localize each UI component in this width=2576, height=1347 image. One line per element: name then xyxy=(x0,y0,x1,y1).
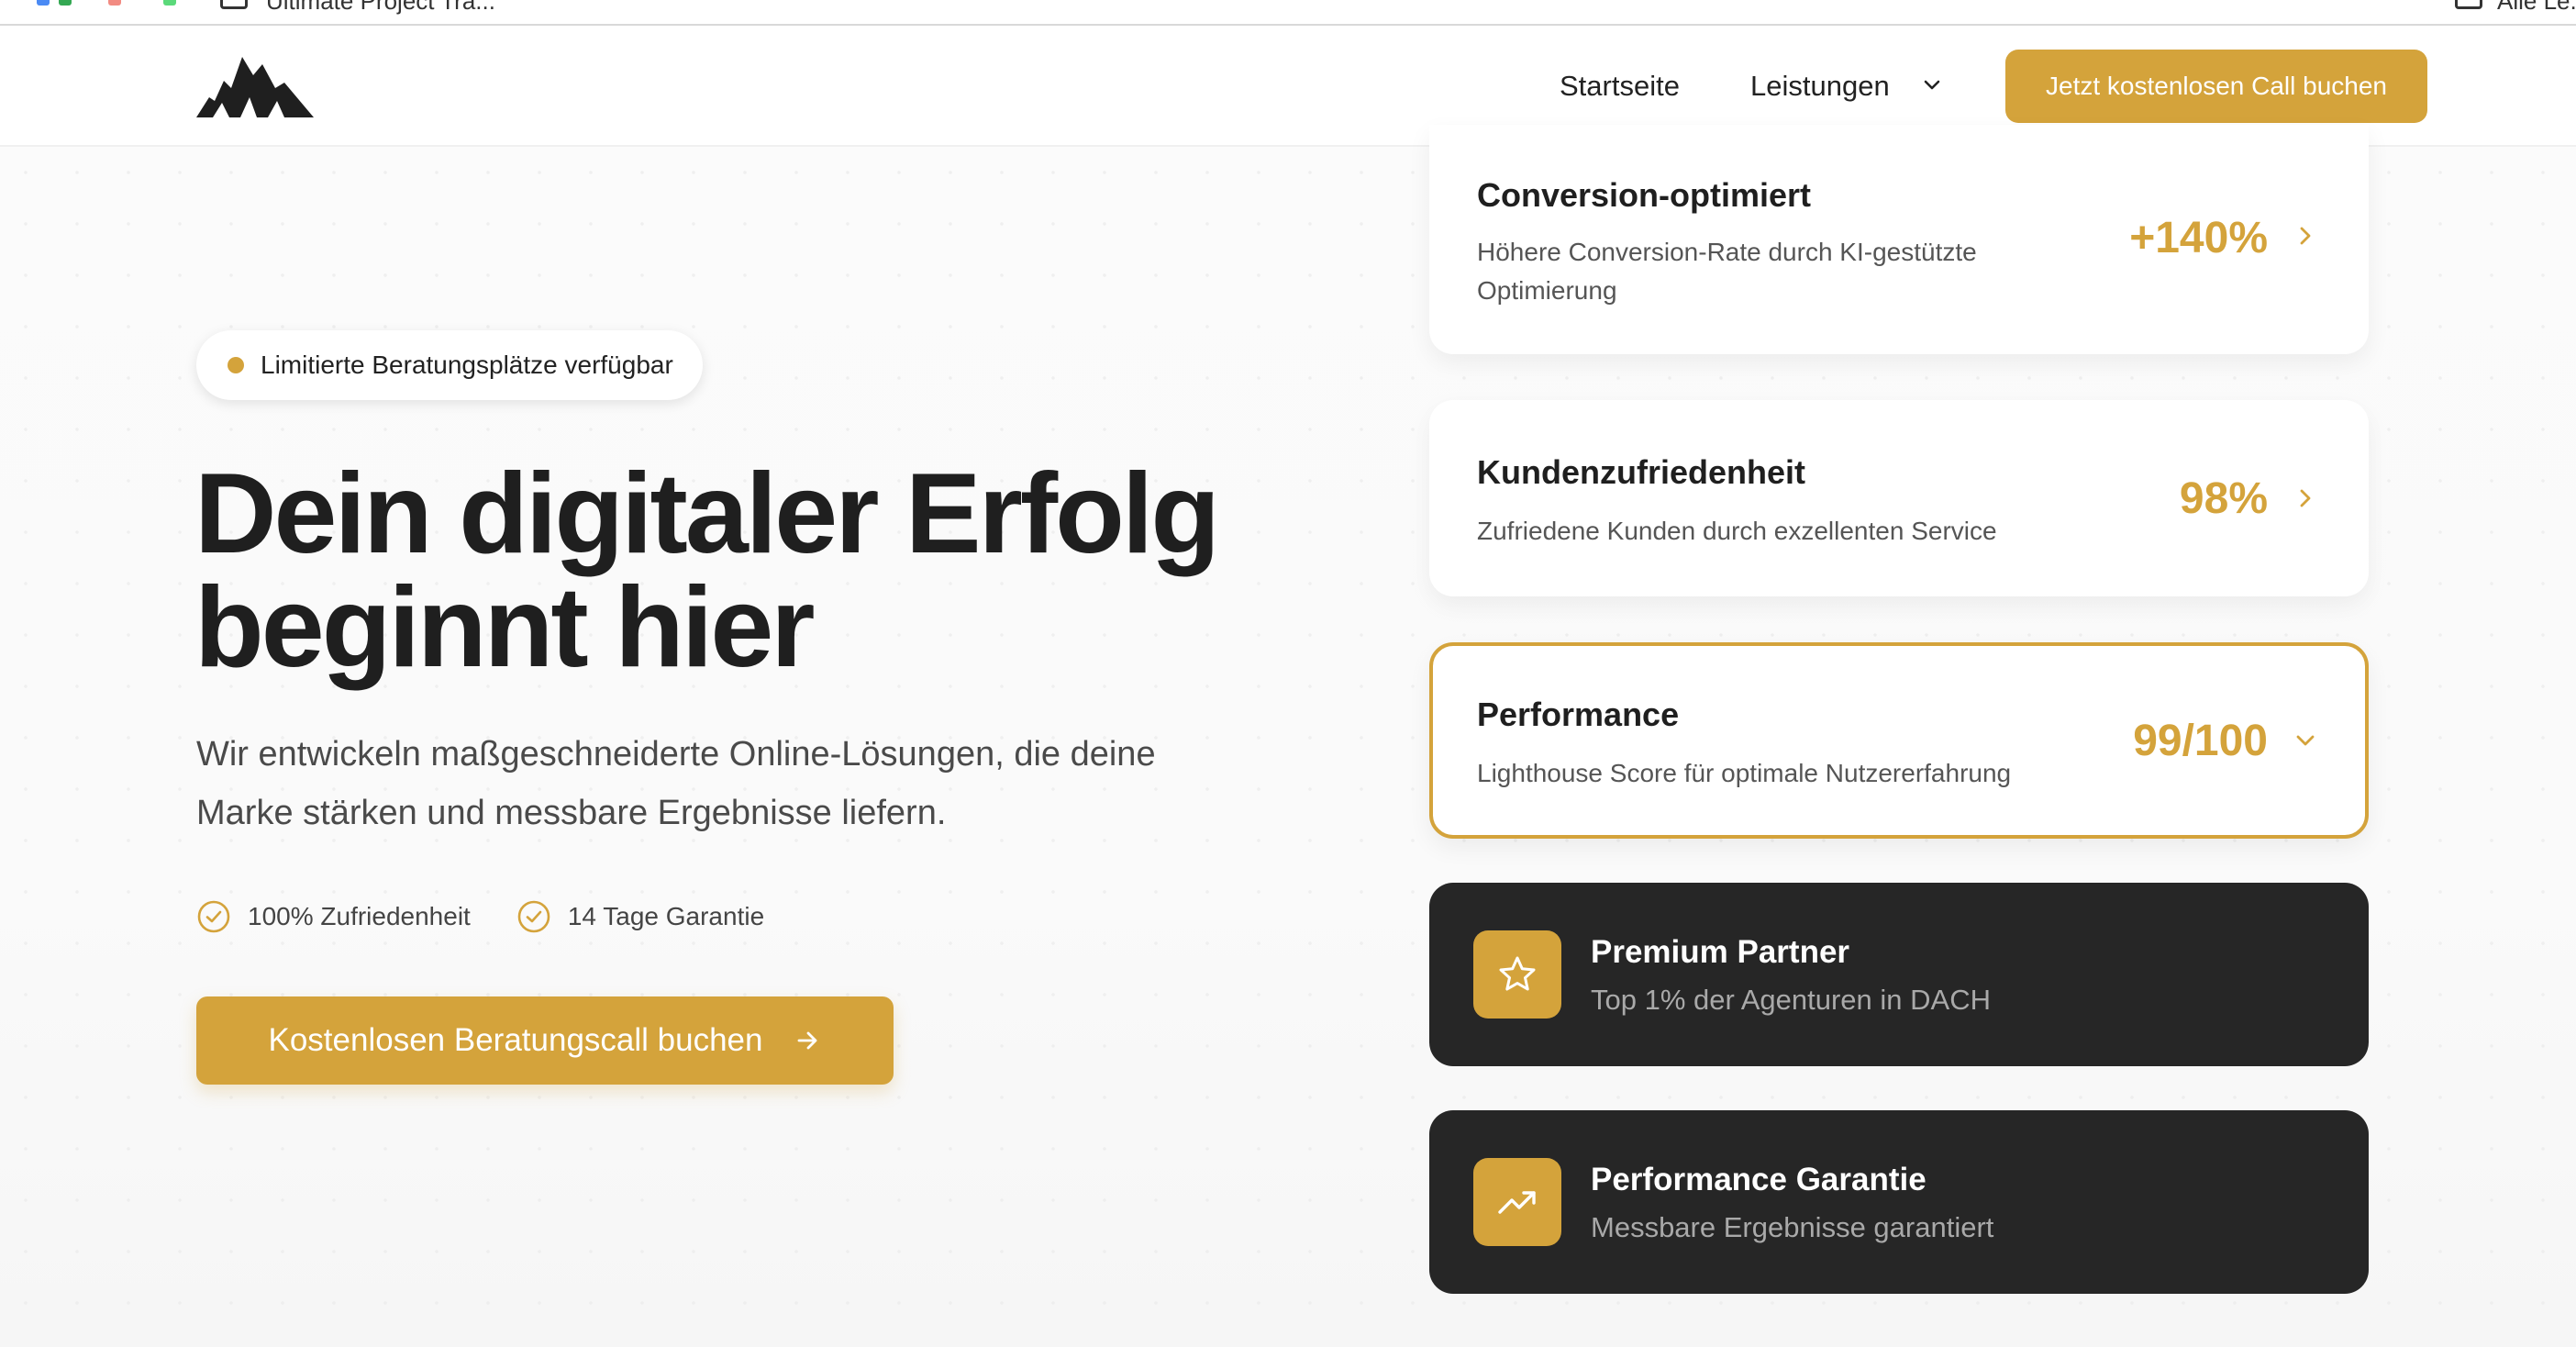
hero-title: Dein digitaler Erfolg beginnt hier xyxy=(194,457,1387,685)
star-icon-box xyxy=(1473,930,1561,1019)
stat-card-satisfaction[interactable]: Kundenzufriedenheit Zufriedene Kunden du… xyxy=(1429,400,2369,596)
arrow-right-icon xyxy=(798,1031,817,1050)
mountain-logo-icon[interactable] xyxy=(196,57,314,117)
stat-description: Lighthouse Score für optimale Nutzererfa… xyxy=(1477,759,2012,787)
highlight-description: Messbare Ergebnisse garantiert xyxy=(1591,1211,1994,1243)
star-icon xyxy=(1499,956,1536,991)
highlight-title: Premium Partner xyxy=(1591,934,1850,970)
stat-title: Conversion-optimiert xyxy=(1477,176,1812,214)
highlight-title: Performance Garantie xyxy=(1591,1162,1926,1197)
stat-value: 99/100 xyxy=(2133,717,2268,765)
cta-label: Kostenlosen Beratungscall buchen xyxy=(268,1022,763,1058)
nav-link-services[interactable]: Leistungen xyxy=(1750,70,1890,103)
document-icon xyxy=(2455,0,2482,9)
favicon-icon[interactable] xyxy=(59,0,72,6)
stat-title: Performance xyxy=(1477,696,1680,733)
chevron-down-icon[interactable] xyxy=(2293,729,2317,752)
stat-value: +140% xyxy=(2129,214,2268,262)
check-label: 14 Tage Garantie xyxy=(567,902,765,930)
browser-tab-strip: Ultimate Project Tra... Alle Le... xyxy=(0,0,2576,26)
check-circle-icon xyxy=(197,900,230,933)
favicon-icon[interactable] xyxy=(163,0,176,6)
check-item: 100% Zufriedenheit xyxy=(196,899,471,934)
nav-link-home[interactable]: Startseite xyxy=(1560,70,1680,103)
trending-up-icon xyxy=(1498,1191,1536,1214)
stat-description: Zufriedene Kunden durch exzellenten Serv… xyxy=(1477,517,1997,545)
chevron-right-icon[interactable] xyxy=(2293,224,2317,248)
stat-value: 98% xyxy=(2179,474,2268,523)
hero-title-line-2: beginnt hier xyxy=(194,564,816,691)
stat-description: Höhere Conversion-Rate durch KI-gestützt… xyxy=(1477,238,1977,305)
check-item: 14 Tage Garantie xyxy=(516,899,764,934)
chevron-right-icon[interactable] xyxy=(2293,486,2317,510)
availability-badge: Limitierte Beratungsplätze verfügbar xyxy=(196,330,703,400)
highlight-card-performance-guarantee: Performance Garantie Messbare Ergebnisse… xyxy=(1429,1110,2369,1294)
badge-label: Limitierte Beratungsplätze verfügbar xyxy=(261,351,673,379)
chevron-down-icon[interactable] xyxy=(1921,73,1943,95)
status-dot-icon xyxy=(228,357,244,373)
page-root: Ultimate Project Tra... Alle Le... Start… xyxy=(0,0,2576,1347)
book-consultation-button[interactable]: Kostenlosen Beratungscall buchen xyxy=(196,996,894,1085)
highlight-card-premium-partner: Premium Partner Top 1% der Agenturen in … xyxy=(1429,883,2369,1066)
trust-checks: 100% Zufriedenheit 14 Tage Garantie xyxy=(196,899,764,934)
check-label: 100% Zufriedenheit xyxy=(248,902,471,930)
stat-card-conversion[interactable]: Conversion-optimiert Höhere Conversion-R… xyxy=(1429,125,2369,354)
header-cta-button[interactable]: Jetzt kostenlosen Call buchen xyxy=(2005,50,2427,123)
favicon-icon[interactable] xyxy=(37,0,50,6)
stat-title: Kundenzufriedenheit xyxy=(1477,453,1805,491)
highlight-description: Top 1% der Agenturen in DACH xyxy=(1591,984,1991,1016)
browser-tab-title-right[interactable]: Alle Le... xyxy=(2497,0,2576,16)
check-circle-icon xyxy=(517,900,550,933)
stat-card-performance[interactable]: Performance Lighthouse Score für optimal… xyxy=(1429,642,2369,839)
favicon-icon[interactable] xyxy=(108,0,121,6)
browser-tab-title[interactable]: Ultimate Project Tra... xyxy=(266,0,495,16)
trending-up-icon-box xyxy=(1473,1158,1561,1246)
hero-subtitle: Wir entwickeln maßgeschneiderte Online-L… xyxy=(196,735,1156,832)
hero-title-line-1: Dein digitaler Erfolg xyxy=(194,451,1220,577)
document-icon xyxy=(220,0,248,9)
